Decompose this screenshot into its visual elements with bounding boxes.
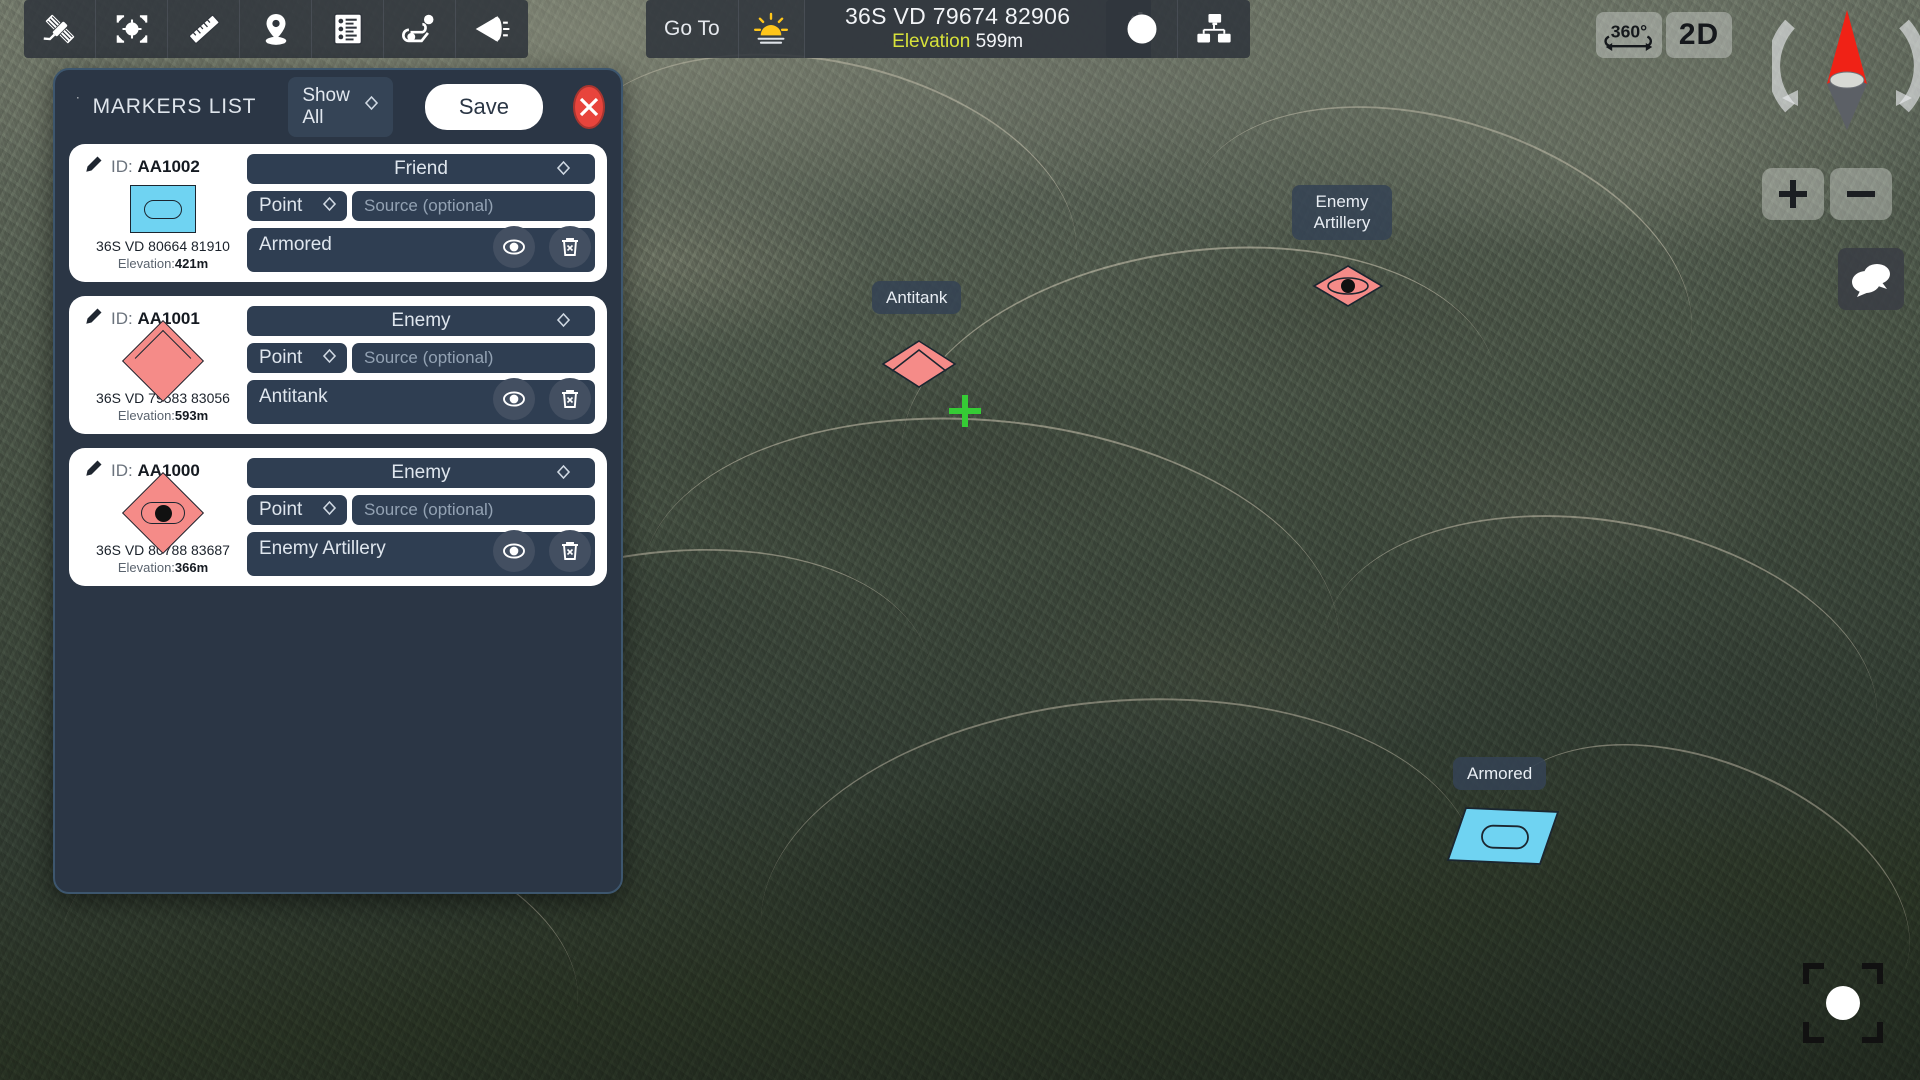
source-input[interactable]: Source (optional): [352, 191, 595, 221]
left-toolbar: [24, 0, 528, 58]
go-to-button[interactable]: Go To: [646, 0, 739, 58]
affiliation-value: Enemy: [391, 462, 451, 483]
compass-needle-icon[interactable]: [1767, 2, 1920, 130]
elevation-readout: Elevation 599m: [892, 31, 1023, 54]
pencil-icon[interactable]: [83, 155, 103, 180]
pencil-icon[interactable]: [83, 307, 103, 332]
zoom-out-button[interactable]: [1830, 168, 1892, 220]
type-and-source-row: Point Source (optional): [247, 343, 595, 373]
svg-text:360°: 360°: [1611, 21, 1647, 41]
pencil-icon[interactable]: [83, 459, 103, 484]
source-input[interactable]: Source (optional): [352, 343, 595, 373]
source-input[interactable]: Source (optional): [352, 495, 595, 525]
view-mode-toggles: 360° 2D: [1596, 12, 1732, 58]
filter-dropdown[interactable]: Show All: [288, 77, 393, 137]
marker-mgrs: 36S VD 80664 81910: [96, 238, 230, 255]
locator-frame-icon[interactable]: [1800, 960, 1886, 1046]
zoom-in-button[interactable]: [1762, 168, 1824, 220]
affiliation-value: Enemy: [391, 310, 451, 331]
filter-value: Show All: [302, 85, 350, 128]
marker-id: ID: AA1002: [111, 157, 200, 176]
marker-elevation: Elevation:421m: [117, 255, 209, 271]
visibility-eye-icon[interactable]: [493, 226, 535, 268]
marker-actions: [493, 226, 591, 268]
marker-summary: ID: AA1001 36S VD 79583 83056 Elevation:…: [83, 306, 243, 424]
visibility-eye-icon[interactable]: [493, 530, 535, 572]
network-icon[interactable]: [1178, 0, 1250, 58]
delete-trash-icon[interactable]: [549, 378, 591, 420]
map-symbol-armored-friend[interactable]: [1444, 800, 1562, 877]
crosshair-icon: [946, 393, 984, 431]
chevron-updown-icon: [364, 95, 379, 120]
markers-list-icon[interactable]: [312, 0, 384, 58]
mgrs-coordinate: 36S VD 79674 82906: [844, 2, 1071, 29]
chevron-updown-icon: [556, 312, 571, 338]
type-dropdown[interactable]: Point: [247, 495, 347, 525]
marker-elevation: Elevation:366m: [117, 559, 209, 575]
route-icon[interactable]: [384, 0, 456, 58]
sunrise-icon[interactable]: [739, 0, 805, 58]
view-mode-2d-button[interactable]: 2D: [1666, 12, 1732, 58]
marker-location: 36S VD 80664 81910 Elevation:421m: [83, 238, 243, 272]
close-icon[interactable]: [573, 85, 605, 129]
chevron-updown-icon: [322, 500, 337, 526]
marker-card[interactable]: ID: AA1001 36S VD 79583 83056 Elevation:…: [69, 296, 607, 434]
map-symbol-antitank-enemy[interactable]: [880, 338, 958, 395]
type-value: Point: [259, 195, 303, 216]
marker-actions: [493, 378, 591, 420]
marker-card[interactable]: ID: AA1000 36S VD 80788 83687 Elevation:…: [69, 448, 607, 586]
map-label-antitank[interactable]: Antitank: [872, 281, 962, 315]
map-label-armored[interactable]: Armored: [1453, 757, 1547, 791]
chevron-updown-icon: [556, 464, 571, 490]
panel-header: MARKERS LIST Show All Save: [55, 70, 621, 144]
elevation-value: 599m: [975, 31, 1024, 53]
delete-trash-icon[interactable]: [549, 530, 591, 572]
map-pin-icon[interactable]: [240, 0, 312, 58]
type-value: Point: [259, 499, 303, 520]
status-bar: Go To 36S VD 79674 82906 Elevation 599m: [646, 0, 1151, 58]
affiliation-dropdown[interactable]: Enemy: [247, 306, 595, 336]
marker-card-list: ID: AA1002 36S VD 80664 81910 Elevation:…: [55, 144, 621, 586]
marker-symbol-armored-friend: [83, 180, 243, 238]
marker-symbol-antitank-enemy: [83, 320, 243, 403]
marker-actions: [493, 530, 591, 572]
map-label-enemy-artillery[interactable]: Enemy Artillery: [1292, 185, 1392, 240]
type-dropdown[interactable]: Point: [247, 191, 347, 221]
elevation-label: Elevation: [892, 31, 971, 53]
map-symbol-artillery-enemy[interactable]: [1312, 262, 1384, 315]
affiliation-value: Friend: [394, 158, 448, 179]
affiliation-dropdown[interactable]: Friend: [247, 154, 595, 184]
satellite-icon[interactable]: [24, 0, 96, 58]
markers-list-panel: MARKERS LIST Show All Save ID: AA1002 36…: [53, 68, 623, 894]
marker-summary: ID: AA1000 36S VD 80788 83687 Elevation:…: [83, 458, 243, 576]
type-and-source-row: Point Source (optional): [247, 191, 595, 221]
sector-icon[interactable]: [456, 0, 528, 58]
chevron-updown-icon: [322, 196, 337, 222]
rotate-360-button[interactable]: 360°: [1596, 12, 1662, 58]
visibility-eye-icon[interactable]: [493, 378, 535, 420]
marker-elevation: Elevation:593m: [117, 407, 209, 423]
chevron-updown-icon: [322, 348, 337, 374]
type-dropdown[interactable]: Point: [247, 343, 347, 373]
marker-symbol-artillery-enemy: [83, 472, 243, 555]
zoom-controls: [1762, 168, 1892, 220]
marker-summary: ID: AA1002 36S VD 80664 81910 Elevation:…: [83, 154, 243, 272]
marker-id-row: ID: AA1002: [83, 154, 243, 180]
markers-list-icon: [77, 86, 79, 128]
globe-icon[interactable]: [1106, 0, 1178, 58]
target-frame-icon[interactable]: [96, 0, 168, 58]
coordinate-readout: 36S VD 79674 82906 Elevation 599m: [804, 0, 1105, 58]
affiliation-dropdown[interactable]: Enemy: [247, 458, 595, 488]
chevron-updown-icon: [556, 160, 571, 186]
type-and-source-row: Point Source (optional): [247, 495, 595, 525]
save-button[interactable]: Save: [424, 84, 543, 130]
marker-card[interactable]: ID: AA1002 36S VD 80664 81910 Elevation:…: [69, 144, 607, 282]
chat-bubbles-icon[interactable]: [1838, 248, 1904, 310]
delete-trash-icon[interactable]: [549, 226, 591, 268]
ruler-icon[interactable]: [168, 0, 240, 58]
type-value: Point: [259, 347, 303, 368]
right-toolbar: [1106, 0, 1250, 58]
map-application: Enemy Artillery Antitank Armored Go To 3…: [0, 0, 1920, 1080]
page-title: MARKERS LIST: [92, 95, 257, 118]
